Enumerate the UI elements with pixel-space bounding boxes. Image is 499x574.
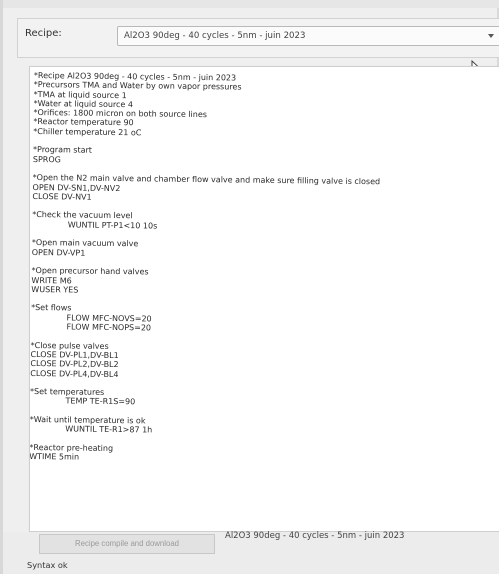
recipe-text-editor[interactable]: *Recipe Al2O3 90deg - 40 cycles - 5nm - … — [29, 66, 499, 532]
script-line: SPROG — [32, 154, 61, 165]
recipe-dropdown[interactable]: Al2O3 90deg - 40 cycles - 5nm - juin 202… — [117, 26, 499, 46]
script-line: FLOW MFC-NOPS=20 — [30, 321, 152, 333]
script-line: WTIME 5min — [29, 452, 80, 462]
script-line: *Set flows — [31, 303, 72, 313]
script-line: OPEN DV-VP1 — [31, 247, 86, 258]
chevron-down-icon[interactable] — [488, 34, 494, 38]
script-line: CLOSE DV-PL4,DV-BL4 — [30, 368, 119, 379]
script-line: CLOSE DV-NV1 — [32, 191, 92, 202]
script-line: WUNTIL TE-R1>87 1h — [29, 424, 153, 435]
script-line: *Chiller temperature 21 oC — [33, 126, 142, 138]
script-line: *Set temperatures — [30, 387, 105, 397]
recipe-script-text[interactable]: *Recipe Al2O3 90deg - 40 cycles - 5nm - … — [29, 71, 496, 467]
script-line: TEMP TE-R1S=90 — [29, 396, 136, 407]
compile-download-button[interactable]: Recipe compile and download — [39, 534, 215, 554]
recipe-dropdown-value: Al2O3 90deg - 40 cycles - 5nm - juin 202… — [124, 31, 306, 41]
syntax-status: Syntax ok — [27, 560, 68, 570]
recipe-label: Recipe: — [25, 28, 62, 39]
script-line: *Program start — [32, 145, 93, 156]
script-line: WUSER YES — [31, 284, 79, 295]
compiled-recipe-name: Al2O3 90deg - 40 cycles - 5nm - juin 202… — [225, 531, 405, 541]
recipe-editor-window: Recipe: Al2O3 90deg - 40 cycles - 5nm - … — [0, 0, 499, 574]
top-strip — [3, 0, 499, 8]
script-line: WUNTIL PT-P1<10 10s — [32, 219, 158, 231]
script-line: WRITE M6 — [31, 275, 72, 286]
